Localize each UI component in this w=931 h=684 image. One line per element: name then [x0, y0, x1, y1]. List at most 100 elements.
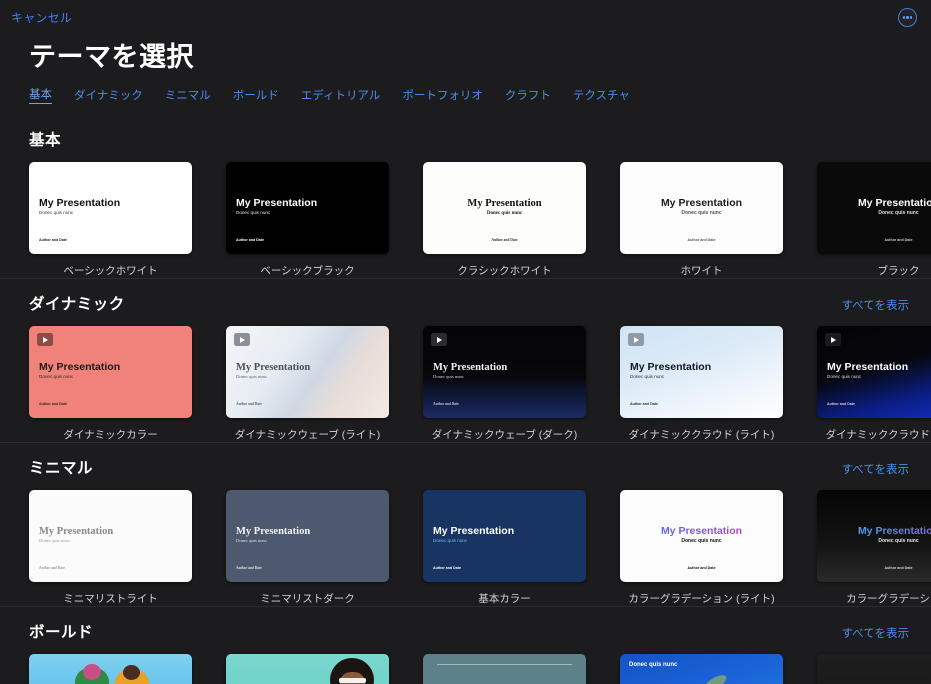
slide-preview: My PresentationDonec quis nuncAuthor and…: [29, 490, 192, 582]
theme-thumbnail[interactable]: My PresentationDonec quis nuncAuthor and…: [817, 490, 931, 582]
theme-thumbnail[interactable]: DONEC QUIS NUNCMY PRESENTATIONDonec quis…: [29, 654, 192, 684]
theme-name-label: クラシックホワイト: [423, 263, 586, 278]
tab-1[interactable]: ダイナミック: [74, 87, 143, 103]
play-icon: [825, 333, 841, 346]
slide-title: My Presentation: [423, 198, 586, 209]
theme-card[interactable]: MY PRESENTATIONDONEC QUIS NUNC: [226, 654, 402, 684]
slide-subtitle: Donec quis nunc: [630, 375, 664, 380]
theme-name-label: ミニマリストダーク: [226, 591, 389, 606]
theme-thumbnail[interactable]: DONEC QUIS NUNCMY PRESENTATION: [423, 654, 586, 684]
theme-card[interactable]: My PresentationDonec quis nuncAuthor and…: [817, 490, 931, 606]
see-all-link[interactable]: すべてを表示: [841, 625, 909, 641]
theme-card[interactable]: My PresentationDonec quis nuncAuthor and…: [423, 162, 599, 278]
theme-card[interactable]: My PresentationDonec quis nuncAuthor and…: [226, 490, 402, 606]
tab-2[interactable]: ミニマル: [165, 87, 211, 103]
theme-thumbnail[interactable]: My PresentationDonec quis nuncAuthor and…: [817, 162, 931, 254]
slide-preview: My PresentationDonec quis nuncAuthor and…: [226, 326, 389, 418]
slide-author: Author and Date: [620, 238, 783, 242]
slide-subtitle: Donec quis nunc: [39, 375, 73, 380]
theme-thumbnail[interactable]: My PresentationDonec quis nuncAuthor and…: [29, 490, 192, 582]
slide-author: Author and Date: [817, 566, 931, 570]
page-title: テーマを選択: [29, 33, 931, 74]
theme-section: ダイナミックすべてを表示My PresentationDonec quis nu…: [0, 278, 931, 442]
theme-thumbnail[interactable]: My PresentationDonec quis nuncAuthor and…: [226, 162, 389, 254]
slide-subtitle: Donec quis nunc: [629, 662, 677, 668]
tab-7[interactable]: テクスチャ: [573, 87, 630, 103]
slide-subtitle: Donec quis nunc: [39, 539, 70, 544]
theme-card[interactable]: My Presentation Donec quis nunc Author and…: [620, 490, 796, 606]
theme-thumbnail[interactable]: MY PRESENTATIONDONEC QUIS NUNC: [226, 654, 389, 684]
theme-card[interactable]: DONEC QUIS NUNCMY PRESENTATION: [423, 654, 599, 684]
theme-card[interactable]: My PresentationDonec quis nuncAuthor and…: [620, 326, 796, 442]
slide-subtitle: Donec quis nunc: [236, 539, 267, 544]
theme-card[interactable]: My PresentationDonec quis nuncAuthor and…: [423, 490, 599, 606]
theme-card[interactable]: My PresentationDonec quis nuncAuthor and…: [817, 162, 931, 278]
theme-card[interactable]: My PresentationDonec quis nuncAuthor and…: [817, 326, 931, 442]
slide-subtitle: Donec quis nunc: [817, 539, 931, 544]
theme-thumbnail[interactable]: My PresentationDonec quis nuncAuthor and…: [29, 162, 192, 254]
theme-card[interactable]: My PresentationDonec quis nuncAuthor and…: [29, 162, 205, 278]
cancel-button[interactable]: キャンセル: [11, 9, 72, 26]
theme-row: My Presentation Donec quis nunc Author and…: [0, 478, 931, 606]
tab-4[interactable]: エディトリアル: [301, 87, 381, 103]
slide-preview: My PresentationDonec quis nuncAuthor and…: [423, 326, 586, 418]
theme-thumbnail[interactable]: Donec quis nunc: [620, 654, 783, 684]
theme-thumbnail[interactable]: My PresentationDonec quis nuncAuthor and…: [226, 490, 389, 582]
ellipsis-circle-icon[interactable]: [898, 8, 917, 27]
theme-card[interactable]: My PresentationDonec quis nuncAuthor and…: [226, 162, 402, 278]
theme-thumbnail[interactable]: DONEC QUIS NUNCMY PRESENTATION: [817, 654, 931, 684]
theme-thumbnail[interactable]: My PresentationDonec quis nuncAuthor and…: [817, 326, 931, 418]
theme-card[interactable]: Donec quis nunc: [620, 654, 796, 684]
slide-author: Author and Date: [39, 238, 67, 242]
slide-preview: My PresentationDonec quis nuncAuthor and…: [29, 326, 192, 418]
theme-name-label: ダイナミッククラウド (ライト): [620, 427, 783, 442]
theme-thumbnail[interactable]: My PresentationDonec quis nuncAuthor and…: [423, 162, 586, 254]
slide-title: My Presentation: [620, 526, 783, 537]
slide-author: Author and Date: [620, 566, 783, 570]
tab-6[interactable]: クラフト: [505, 87, 551, 103]
theme-card[interactable]: My PresentationDonec quis nuncAuthor and…: [620, 162, 796, 278]
slide-preview: My PresentationDonec quis nuncAuthor and…: [620, 162, 783, 254]
theme-thumbnail[interactable]: My PresentationDonec quis nuncAuthor and…: [423, 490, 586, 582]
slide-author: Author and Date: [433, 566, 461, 570]
slide-subtitle: Donec quis nunc: [827, 375, 861, 380]
theme-row: My Presentation Donec quis nunc Author and…: [0, 150, 931, 278]
theme-card[interactable]: DONEC QUIS NUNCMY PRESENTATIONDonec quis…: [29, 654, 205, 684]
slide-preview: My PresentationDonec quis nuncAuthor and…: [817, 490, 931, 582]
theme-name-label: ホワイト: [620, 263, 783, 278]
thumbnail-artwork: [620, 654, 783, 684]
play-icon: [628, 333, 644, 346]
see-all-link[interactable]: すべてを表示: [841, 297, 909, 313]
section-header: ミニマルすべてを表示: [0, 443, 931, 478]
theme-card[interactable]: My PresentationDonec quis nuncAuthor and…: [29, 490, 205, 606]
theme-thumbnail[interactable]: My PresentationDonec quis nuncAuthor and…: [29, 326, 192, 418]
slide-title: My Presentation: [236, 198, 317, 209]
theme-name-label: ダイナミックカラー: [29, 427, 192, 442]
slide-title: My Presentation: [827, 362, 908, 373]
theme-name-label: 基本カラー: [423, 591, 586, 606]
slide-subtitle: Donec quis nunc: [817, 211, 931, 216]
tab-5[interactable]: ポートフォリオ: [402, 87, 483, 103]
slide-subtitle: Donec quis nunc: [620, 539, 783, 544]
slide-preview: My PresentationDonec quis nuncAuthor and…: [620, 326, 783, 418]
theme-thumbnail[interactable]: My PresentationDonec quis nuncAuthor and…: [226, 326, 389, 418]
tab-0[interactable]: 基本: [29, 86, 52, 104]
theme-chooser-screen: キャンセル テーマを選択 基本 ダイナミック ミニマル ボールド エディトリアル ポートフ…: [0, 0, 931, 684]
slide-preview: My Presentation Donec quis nunc Author and…: [620, 490, 783, 582]
slide-author: Author and Date: [236, 402, 262, 406]
theme-card[interactable]: My PresentationDonec quis nuncAuthor and…: [29, 326, 205, 442]
slide-subtitle: Donec quis nunc: [236, 375, 267, 380]
theme-thumbnail[interactable]: My PresentationDonec quis nuncAuthor and…: [620, 326, 783, 418]
theme-thumbnail[interactable]: My PresentationDonec quis nuncAuthor and…: [620, 162, 783, 254]
theme-name-label: ダイナミックウェーブ (ライト): [226, 427, 389, 442]
theme-name-label: ミニマリストライト: [29, 591, 192, 606]
theme-thumbnail[interactable]: My PresentationDonec quis nuncAuthor and…: [423, 326, 586, 418]
theme-card[interactable]: My PresentationDonec quis nuncAuthor and…: [423, 326, 599, 442]
theme-card[interactable]: DONEC QUIS NUNCMY PRESENTATION: [817, 654, 931, 684]
slide-preview: My PresentationDonec quis nuncAuthor and…: [226, 490, 389, 582]
see-all-link[interactable]: すべてを表示: [841, 461, 909, 477]
theme-thumbnail[interactable]: My Presentation Donec quis nunc Author and…: [620, 490, 783, 582]
slide-subtitle: Donec quis nunc: [39, 211, 73, 216]
tab-3[interactable]: ボールド: [233, 87, 279, 103]
theme-card[interactable]: My PresentationDonec quis nuncAuthor and…: [226, 326, 402, 442]
